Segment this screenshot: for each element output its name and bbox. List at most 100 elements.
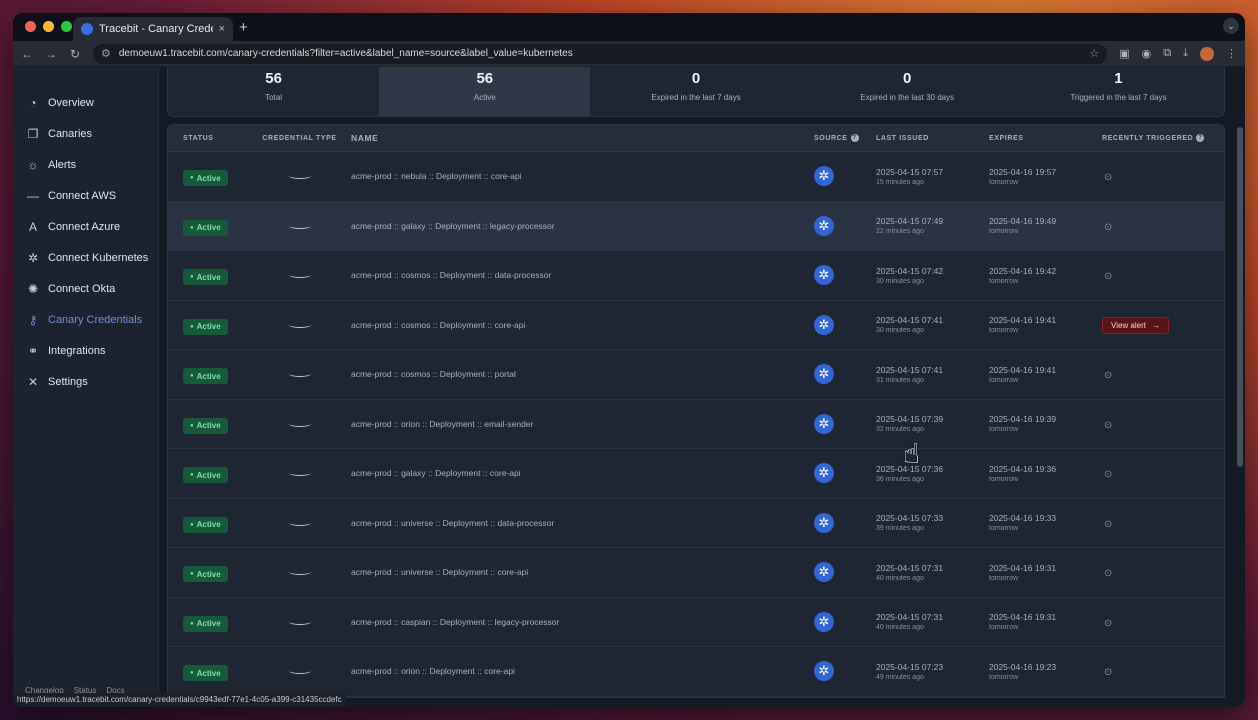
table-row[interactable]: ● Active acme-prod :: cosmos :: Deployment…	[168, 251, 1224, 301]
sidebar-item-integrations[interactable]: ⚭ Integrations	[13, 335, 158, 366]
sidebar-item-alerts[interactable]: ☼ Alerts	[13, 149, 158, 180]
last-issued-relative: 36 minutes ago	[876, 475, 924, 483]
kubernetes-icon: ✲	[814, 166, 834, 187]
credential-name[interactable]: acme-prod :: galaxy :: Deployment :: cor…	[351, 468, 804, 478]
close-window-button[interactable]	[25, 21, 36, 32]
header-expires[interactable]: Expires	[989, 135, 1102, 142]
minimize-window-button[interactable]	[43, 21, 54, 32]
credential-name[interactable]: acme-prod :: nebula :: Deployment :: cor…	[351, 171, 804, 181]
url-input[interactable]: ⚙ demoeuw1.tracebit.com/canary-credentia…	[93, 43, 1108, 64]
credential-name[interactable]: acme-prod :: universe :: Deployment :: d…	[351, 518, 804, 528]
site-settings-icon[interactable]: ⚙	[101, 47, 111, 60]
main-scrollbar[interactable]	[1237, 127, 1243, 467]
drive-icon[interactable]: ▣	[1119, 47, 1129, 60]
stat-card[interactable]: 0 Expired in the last 30 days	[802, 67, 1013, 116]
last-issued-time: 2025-04-15 07:41	[876, 315, 944, 326]
profile-avatar[interactable]	[1200, 46, 1214, 61]
table-row[interactable]: ● Active acme-prod :: caspian :: Deploymen…	[168, 598, 1224, 647]
header-credential-type[interactable]: Credential Type	[248, 135, 351, 142]
download-icon[interactable]: ⤓	[1183, 47, 1188, 60]
aws-credential-icon	[288, 421, 311, 427]
credential-name[interactable]: acme-prod :: orion :: Deployment :: core…	[351, 666, 804, 676]
stat-card[interactable]: 56 Active	[379, 67, 591, 116]
forward-icon[interactable]: →	[45, 47, 57, 61]
sidebar-item-connect-kubernetes[interactable]: ✲ Connect Kubernetes	[13, 242, 158, 273]
last-issued-time: 2025-04-15 07:42	[876, 265, 944, 276]
sidebar-item-overview[interactable]: ◔ Overview	[13, 87, 158, 118]
sidebar-item-canaries[interactable]: ❐ Canaries	[13, 118, 158, 149]
extensions-icon[interactable]: ⧉	[1163, 47, 1171, 60]
table-row[interactable]: ● Active acme-prod :: orion :: Deployment …	[168, 400, 1224, 449]
table-row[interactable]: ● Active acme-prod :: cosmos :: Deployment…	[168, 350, 1224, 400]
reload-icon[interactable]: ↻	[69, 47, 81, 61]
credential-name[interactable]: acme-prod :: universe :: Deployment :: c…	[351, 567, 804, 577]
maximize-window-button[interactable]	[61, 21, 72, 32]
credential-name[interactable]: acme-prod :: cosmos :: Deployment :: por…	[351, 369, 804, 379]
password-manager-icon[interactable]: ◉	[1142, 47, 1152, 60]
sidebar-item-connect-azure[interactable]: A Connect Azure	[13, 211, 158, 242]
expires-time: 2025-04-16 19:31	[989, 562, 1057, 573]
expires-relative: tomorrow	[989, 426, 1019, 434]
table-row[interactable]: ● Active acme-prod :: galaxy :: Deployment…	[168, 449, 1224, 499]
sidebar-item-connect-aws[interactable]: — Connect AWS	[13, 180, 158, 211]
last-issued-relative: 49 minutes ago	[876, 673, 924, 681]
status-cell: ● Active	[168, 612, 248, 632]
source-cell: ✲	[804, 215, 876, 236]
sidebar-item-settings[interactable]: ✕ Settings	[13, 366, 158, 397]
status-badge: ● Active	[183, 467, 228, 484]
source-help-icon[interactable]: ?	[850, 134, 859, 142]
browser-tab[interactable]: Tracebit - Canary Credentials ×	[73, 17, 233, 41]
view-alert-label: View alert	[1111, 321, 1146, 331]
tab-search-icon[interactable]: ⌄	[1223, 18, 1239, 34]
app-container: ◔ Overview ❐ Canaries ☼ Alerts — Connect AWS A Co…	[13, 67, 1245, 707]
header-last-issued[interactable]: Last Issued	[876, 135, 989, 142]
kubernetes-icon: ✲	[814, 265, 834, 286]
credential-name[interactable]: acme-prod :: galaxy :: Deployment :: leg…	[351, 221, 804, 231]
stat-card[interactable]: 1 Triggered in the last 7 days	[1013, 67, 1224, 116]
back-icon[interactable]: ←	[21, 47, 33, 61]
bookmark-star-icon[interactable]: ☆	[1089, 47, 1099, 60]
header-recently-triggered[interactable]: Recently Triggered?	[1102, 134, 1224, 142]
view-alert-button[interactable]: View alert →	[1102, 317, 1169, 335]
sidebar-item-canary-credentials[interactable]: ⚷ Canary Credentials	[13, 304, 158, 335]
sidebar-item-connect-okta[interactable]: ✺ Connect Okta	[13, 273, 158, 304]
expires-cell: 2025-04-16 19:31 tomorrow	[989, 612, 1102, 631]
table-row[interactable]: ● Active acme-prod :: universe :: Deployme…	[168, 499, 1224, 548]
expires-time: 2025-04-16 19:23	[989, 661, 1057, 672]
status-badge-label: Active	[196, 322, 221, 332]
table-row[interactable]: ● Active acme-prod :: universe :: Deployme…	[168, 548, 1224, 598]
sidebar-item-label: Connect Azure	[48, 220, 121, 233]
credential-type-cell	[248, 520, 351, 526]
last-issued-time: 2025-04-15 07:23	[876, 661, 944, 672]
tab-close-icon[interactable]: ×	[219, 23, 225, 35]
status-badge-label: Active	[196, 470, 221, 480]
not-triggered-icon: ⊙	[1104, 469, 1113, 481]
settings-icon: ✕	[27, 374, 39, 389]
new-tab-button[interactable]: +	[239, 19, 248, 36]
aws-credential-icon	[288, 668, 311, 675]
status-badge-label: Active	[196, 223, 221, 233]
header-name[interactable]: Name	[351, 133, 804, 143]
table-row[interactable]: ● Active acme-prod :: nebula :: Deployment…	[168, 152, 1224, 202]
aws-credential-icon	[288, 272, 311, 279]
table-row[interactable]: ● Active acme-prod :: orion :: Deployment …	[168, 647, 1224, 697]
recently-triggered-cell: ⊙	[1102, 662, 1224, 680]
table-row[interactable]: ● Active acme-prod :: cosmos :: Deployment…	[168, 301, 1224, 350]
header-source[interactable]: Source?	[804, 134, 876, 142]
stat-card[interactable]: 56 Total	[168, 67, 379, 116]
recently-triggered-cell: ⊙	[1102, 514, 1224, 532]
triggered-help-icon[interactable]: ?	[1196, 134, 1205, 142]
stat-card[interactable]: 0 Expired in the last 7 days	[590, 67, 801, 116]
credential-name[interactable]: acme-prod :: orion :: Deployment :: emai…	[351, 419, 804, 429]
browser-menu-icon[interactable]: ⋮	[1226, 47, 1237, 60]
last-issued-time: 2025-04-15 07:36	[876, 463, 944, 474]
credential-name[interactable]: acme-prod :: caspian :: Deployment :: le…	[351, 617, 804, 627]
header-status[interactable]: Status	[168, 135, 248, 142]
table-row[interactable]: ● Active acme-prod :: galaxy :: Deployment…	[168, 201, 1224, 251]
status-badge-label: Active	[196, 272, 221, 282]
status-cell: ● Active	[168, 364, 248, 385]
status-dot-icon: ●	[190, 521, 194, 528]
tab-bar: Tracebit - Canary Credentials × + ⌄	[13, 13, 1245, 41]
credential-name[interactable]: acme-prod :: cosmos :: Deployment :: dat…	[351, 270, 804, 280]
credential-name[interactable]: acme-prod :: cosmos :: Deployment :: cor…	[351, 320, 804, 330]
